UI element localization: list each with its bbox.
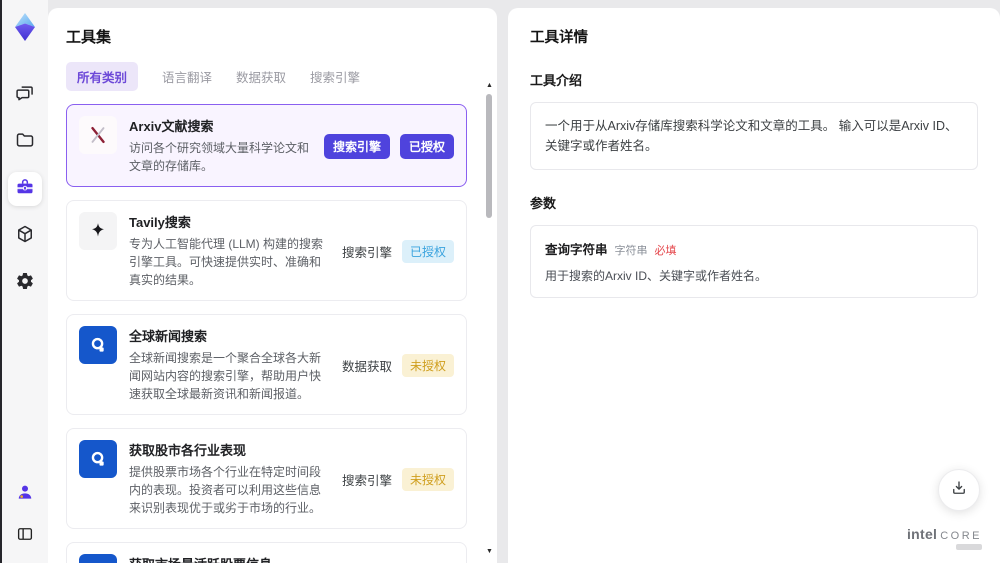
tool-card-most-active-stocks[interactable]: 获取市场最活跃股票信息 提供当天交易量最高的股票列表，投资者可以利用这些信息来识… <box>66 542 467 563</box>
detail-title: 工具详情 <box>530 30 588 46</box>
page-title: 工具集 <box>66 29 112 46</box>
sidebar-item-settings[interactable] <box>8 266 42 300</box>
param-required-flag: 必填 <box>654 245 677 257</box>
tool-desc: 提供股票市场各个行业在特定时间段内的表现。投资者可以利用这些信息来识别表现优于或… <box>129 465 322 515</box>
params-heading: 参数 <box>530 196 557 211</box>
sidebar-item-models[interactable] <box>8 219 42 253</box>
category-label: 搜索引擎 <box>341 246 392 260</box>
settings-icon <box>15 271 35 296</box>
tab-all-categories[interactable]: 所有类别 <box>66 62 139 91</box>
brand-core-text: CORE <box>940 530 982 542</box>
sidebar-item-tools[interactable] <box>8 172 42 206</box>
tool-name: Tavily搜索 <box>129 215 191 230</box>
tab-data-fetch[interactable]: 数据获取 <box>236 67 286 86</box>
rail-nav <box>8 78 42 300</box>
blue-search-icon <box>79 440 117 478</box>
rail-bottom <box>8 477 42 553</box>
toolbox-icon <box>15 177 35 202</box>
brand-sub-badge <box>956 544 982 550</box>
sidebar-item-chat[interactable] <box>8 78 42 112</box>
auth-status-badge: 未授权 <box>401 354 454 377</box>
scroll-up-icon[interactable]: ▲ <box>486 82 493 89</box>
tool-card-tavily[interactable]: Tavily搜索 专为人工智能代理 (LLM) 构建的搜索引擎工具。可快速提供实… <box>66 200 467 301</box>
tool-name: 获取股市各行业表现 <box>129 443 247 458</box>
arxiv-icon <box>79 116 117 154</box>
auth-status-badge: 已授权 <box>401 240 454 263</box>
package-icon <box>15 224 35 249</box>
brand-intel-text: intel <box>906 526 938 542</box>
app-logo[interactable] <box>10 10 40 44</box>
list-scrollbar[interactable]: ▲ ▼ <box>484 82 494 555</box>
tool-card-global-news[interactable]: 全球新闻搜索 全球新闻搜索是一个聚合全球各大新闻网站内容的搜索引擎，帮助用户快速… <box>66 314 467 415</box>
user-avatar-icon <box>15 482 35 507</box>
user-avatar[interactable] <box>8 477 42 511</box>
tool-card-arxiv[interactable]: Arxiv文献搜索 访问各个研究领域大量科学论文和文章的存储库。 搜索引擎 已授… <box>66 104 467 187</box>
auth-status-badge[interactable]: 已授权 <box>399 134 454 159</box>
tool-desc: 专为人工智能代理 (LLM) 构建的搜索引擎工具。可快速提供实时、准确和真实的结… <box>129 237 324 287</box>
tool-desc: 访问各个研究领域大量科学论文和文章的存储库。 <box>129 141 310 173</box>
tool-list-panel: 工具集 所有类别 语言翻译 数据获取 搜索引擎 Arxiv文献搜索 访问各个研究… <box>48 8 497 563</box>
tool-detail-panel: 工具详情 工具介绍 一个用于从Arxiv存储库搜索科学论文和文章的工具。 输入可… <box>508 8 1000 563</box>
blue-search-icon <box>79 554 117 563</box>
download-button[interactable] <box>938 469 980 511</box>
tool-name: 全球新闻搜索 <box>129 329 208 344</box>
tool-card-list: Arxiv文献搜索 访问各个研究领域大量科学论文和文章的存储库。 搜索引擎 已授… <box>66 104 475 563</box>
param-type: 字符串 <box>614 245 648 257</box>
tool-name: 获取市场最活跃股票信息 <box>129 554 330 563</box>
param-desc: 用于搜索的Arxiv ID、关键字或作者姓名。 <box>545 269 768 283</box>
intel-core-logo: intel CORE <box>907 526 982 550</box>
scrollbar-thumb[interactable] <box>486 94 492 218</box>
download-icon <box>950 479 968 502</box>
intro-text: 一个用于从Arxiv存储库搜索科学论文和文章的工具。 输入可以是Arxiv ID… <box>545 119 958 153</box>
tavily-star-icon <box>79 212 117 250</box>
tool-name: Arxiv文献搜索 <box>129 119 214 134</box>
tab-search-engine[interactable]: 搜索引擎 <box>310 67 360 86</box>
icon-rail <box>2 0 48 563</box>
panel-toggle[interactable] <box>8 519 42 553</box>
chat-icon <box>15 83 35 108</box>
param-box: 查询字符串 字符串 必填 用于搜索的Arxiv ID、关键字或作者姓名。 <box>530 225 978 298</box>
window-edge <box>0 0 2 563</box>
tab-translation[interactable]: 语言翻译 <box>162 67 212 86</box>
panel-toggle-icon <box>16 525 34 548</box>
tool-desc: 全球新闻搜索是一个聚合全球各大新闻网站内容的搜索引擎，帮助用户快速获取全球最新资… <box>129 351 322 401</box>
category-badge[interactable]: 搜索引擎 <box>323 134 390 159</box>
category-label: 搜索引擎 <box>341 474 392 488</box>
blue-search-icon <box>79 326 117 364</box>
category-tabs: 所有类别 语言翻译 数据获取 搜索引擎 <box>66 62 475 91</box>
intro-box: 一个用于从Arxiv存储库搜索科学论文和文章的工具。 输入可以是Arxiv ID… <box>530 102 978 170</box>
intro-heading: 工具介绍 <box>530 73 583 88</box>
scroll-down-icon[interactable]: ▼ <box>486 548 493 555</box>
folder-icon <box>15 130 35 155</box>
sidebar-item-files[interactable] <box>8 125 42 159</box>
auth-status-badge: 未授权 <box>401 468 454 491</box>
app-window: 工具集 所有类别 语言翻译 数据获取 搜索引擎 Arxiv文献搜索 访问各个研究… <box>0 0 1000 563</box>
category-label: 数据获取 <box>341 360 392 374</box>
tool-card-sector-performance[interactable]: 获取股市各行业表现 提供股票市场各个行业在特定时间段内的表现。投资者可以利用这些… <box>66 428 467 529</box>
param-name: 查询字符串 <box>545 243 608 257</box>
